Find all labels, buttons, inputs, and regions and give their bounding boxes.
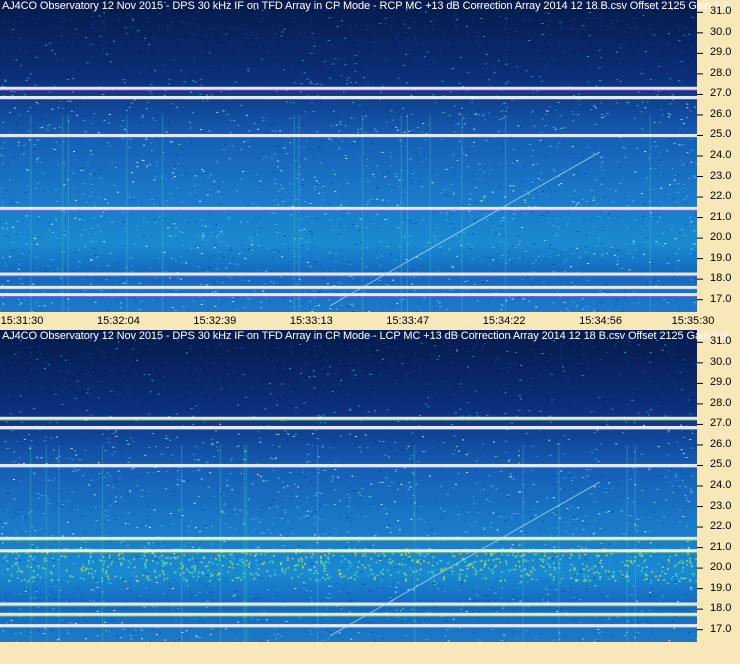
x-tick-label: 15:31:30: [0, 315, 44, 327]
interference-line: [0, 602, 697, 606]
x-tick-label: 15:35:30: [671, 315, 715, 327]
y-tick-label: 25.0: [710, 128, 732, 141]
lcp-title: AJ4CO Observatory 12 Nov 2015 - DPS 30 k…: [2, 330, 728, 342]
interference-line: [0, 133, 697, 137]
interference-line: [0, 536, 697, 540]
y-tick-label: 24.0: [710, 149, 732, 161]
x-tick-label: 15:33:47: [386, 315, 430, 327]
y-tick-label: 31.0: [710, 335, 732, 348]
y-tick-label: 30.0: [710, 355, 732, 368]
x-tick-label: 15:34:56: [579, 315, 622, 327]
y-tick-label: 28.0: [710, 396, 732, 409]
interference-line: [0, 285, 697, 289]
y-tick-label: 20.0: [710, 561, 732, 574]
y-tick-label: 23.0: [710, 169, 732, 182]
y-tick-label: 29.0: [710, 376, 732, 389]
y-tick-label: 27.0: [710, 417, 732, 430]
y-tick-label: 18.0: [710, 602, 732, 615]
interference-line: [0, 206, 697, 210]
y-tick-label: 26.0: [710, 437, 732, 450]
interference-line: [0, 426, 697, 429]
lcp-spectrogram: [0, 330, 740, 642]
y-tick-label: 19.0: [710, 581, 732, 594]
interference-line: [0, 86, 697, 90]
y-tick-label: 19.0: [710, 251, 732, 264]
interference-line: [0, 463, 697, 467]
y-tick-label: 22.0: [710, 520, 732, 533]
interference-line: [0, 612, 697, 616]
x-tick-label: 15:33:13: [289, 315, 333, 327]
y-tick-label: 28.0: [710, 66, 732, 79]
y-tick-label: 25.0: [710, 458, 732, 471]
y-tick-label: 18.0: [710, 272, 732, 285]
y-tick-label: 17.0: [710, 292, 732, 305]
y-tick-label: 30.0: [710, 25, 732, 38]
y-tick-label: 21.0: [710, 210, 732, 223]
y-tick-label: 17.0: [710, 622, 732, 635]
y-tick-label: 23.0: [710, 499, 732, 512]
x-tick-label: 15:32:39: [193, 315, 237, 327]
interference-line: [0, 96, 697, 99]
time-axis: 15:31:30 15:32:04 15:32:39 15:33:13 15:33:47…: [0, 312, 740, 330]
y-tick-label: 21.0: [710, 540, 732, 553]
y-tick-label: 24.0: [710, 479, 732, 491]
x-tick-label: 15:34:22: [482, 315, 526, 327]
lcp-time-axis-blank: [0, 642, 740, 664]
rcp-title: AJ4CO Observatory 12 Nov 2015 - DPS 30 k…: [2, 0, 730, 12]
rcp-spectrogram: [0, 0, 740, 312]
y-tick-label: 22.0: [710, 190, 732, 203]
y-tick-label: 31.0: [710, 5, 732, 18]
interference-line: [0, 272, 697, 276]
y-tick-label: 20.0: [710, 231, 732, 244]
rcp-spectrogram-panel: AJ4CO Observatory 12 Nov 2015 - DPS 30 k…: [0, 0, 740, 312]
x-tick-label: 15:32:04: [97, 315, 140, 327]
y-tick-label: 27.0: [710, 87, 732, 100]
y-tick-label: 26.0: [710, 107, 732, 120]
interference-line: [0, 416, 697, 420]
y-tick-label: 29.0: [710, 46, 732, 59]
interference-line: [0, 549, 697, 553]
lcp-spectrogram-panel: AJ4CO Observatory 12 Nov 2015 - DPS 30 k…: [0, 330, 740, 642]
